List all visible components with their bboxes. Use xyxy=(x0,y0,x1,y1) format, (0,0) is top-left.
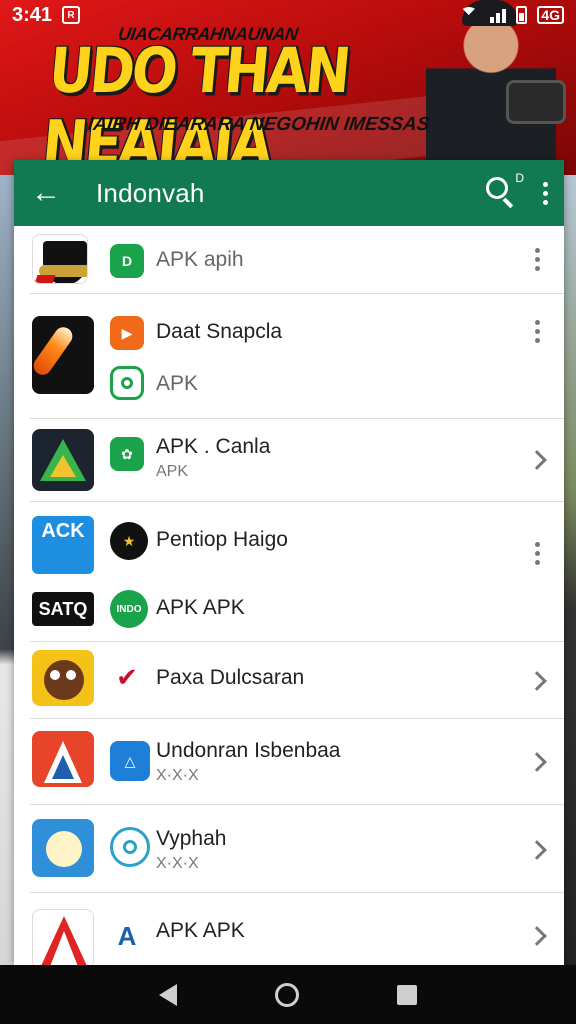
list-item[interactable]: ▶ Daat Snapcla APK xyxy=(14,294,564,419)
check-mark-icon: ✔ xyxy=(116,661,138,692)
signal-icon xyxy=(490,7,507,23)
list-item[interactable]: D APK apih xyxy=(14,226,564,294)
list-item-extra-label: APK xyxy=(156,372,199,395)
app-window: ← Indonvah D D APK apih ▶ Daat Snapcla A… xyxy=(14,160,564,965)
list-item[interactable]: △ Undonran Isbenbaa X·X·X xyxy=(14,719,564,805)
nav-back-icon[interactable] xyxy=(159,983,177,1006)
item-menu-icon[interactable] xyxy=(534,542,540,565)
status-bar: 3:41 R 4G xyxy=(0,0,576,30)
search-superscript: D xyxy=(515,171,524,185)
item-menu-icon[interactable] xyxy=(534,248,540,271)
chevron-right-icon[interactable] xyxy=(527,926,547,946)
notification-icon: R xyxy=(62,6,81,24)
battery-icon xyxy=(516,6,528,24)
bird-app-icon xyxy=(32,819,94,877)
list-item-label: APK . Canla xyxy=(156,435,271,458)
list-item-label: Daat Snapcla xyxy=(156,320,283,343)
red-a-app-icon xyxy=(32,909,94,965)
list-item-sub: X·X·X xyxy=(156,855,199,872)
navigation-bar xyxy=(0,965,576,1024)
app-icon-small: D xyxy=(110,244,144,278)
trophy-app-icon: ★ xyxy=(110,522,148,560)
list-item-label: Paxa Dulcsaran xyxy=(156,666,305,689)
satq-app-icon: SATQ xyxy=(32,592,94,626)
list-item[interactable]: ✔ Paxa Dulcsaran xyxy=(14,642,564,719)
nav-recents-icon[interactable] xyxy=(397,984,417,1005)
chevron-right-icon[interactable] xyxy=(527,671,547,691)
list-item-sub: X·X·X xyxy=(156,767,199,784)
banner-headline: UDO THAN NEAIAIA xyxy=(39,34,352,175)
chevron-right-icon[interactable] xyxy=(527,752,547,772)
item-menu-icon[interactable] xyxy=(534,320,540,343)
background-scenery-right xyxy=(562,175,576,965)
list-item-extra-label: APK APK xyxy=(156,596,245,619)
search-icon[interactable]: D xyxy=(484,171,524,211)
chevron-right-icon[interactable] xyxy=(527,450,547,470)
status-time: 3:41 xyxy=(12,3,53,26)
list-item-label: Vyphah xyxy=(156,827,227,850)
cartoon-app-icon xyxy=(32,650,94,706)
list-item[interactable]: ✿ APK . Canla APK xyxy=(14,419,564,502)
a-logo-app-icon xyxy=(32,731,94,787)
flame-app-icon xyxy=(32,316,94,394)
list-item[interactable]: A APK APK xyxy=(14,893,564,965)
triangle-app-icon xyxy=(32,429,94,491)
status-icons: 4G xyxy=(458,6,564,24)
overflow-menu-icon[interactable] xyxy=(542,181,548,205)
app-bar-actions: D xyxy=(484,171,548,211)
app-bar: ← Indonvah D xyxy=(14,160,564,226)
ack-app-icon: ACK xyxy=(32,516,94,574)
network-badge: 4G xyxy=(537,6,564,24)
banner-subline: IAIRH DIEARARA NEGOHIN IMESSAS xyxy=(86,114,431,135)
list-item-label: Pentiop Haigo xyxy=(156,528,288,551)
list-item-label: APK apih xyxy=(156,248,244,271)
blue-a-app-icon: △ xyxy=(110,741,150,781)
nav-home-icon[interactable] xyxy=(275,982,299,1007)
app-bar-title: Indonvah xyxy=(96,177,205,208)
swirl-app-icon xyxy=(110,827,150,867)
wifi-icon xyxy=(458,7,481,23)
list-item-label: APK APK xyxy=(156,919,245,942)
orange-app-icon: ▶ xyxy=(110,316,144,350)
blue-red-a-icon: A xyxy=(117,920,137,951)
list-item-label: Undonran Isbenbaa xyxy=(156,739,341,762)
news-logo-icon xyxy=(32,234,88,284)
list-item[interactable]: ACK SATQ ★ Pentiop Haigo INDO APK APK xyxy=(14,502,564,642)
camera-outline-icon xyxy=(110,366,144,400)
indo-app-icon: INDO xyxy=(110,590,148,628)
list-item[interactable]: Vyphah X·X·X xyxy=(14,805,564,893)
chevron-right-icon[interactable] xyxy=(527,840,547,860)
list-item-sub: APK xyxy=(156,463,189,480)
back-arrow-icon[interactable]: ← xyxy=(30,177,62,209)
leaf-app-icon: ✿ xyxy=(110,437,144,471)
